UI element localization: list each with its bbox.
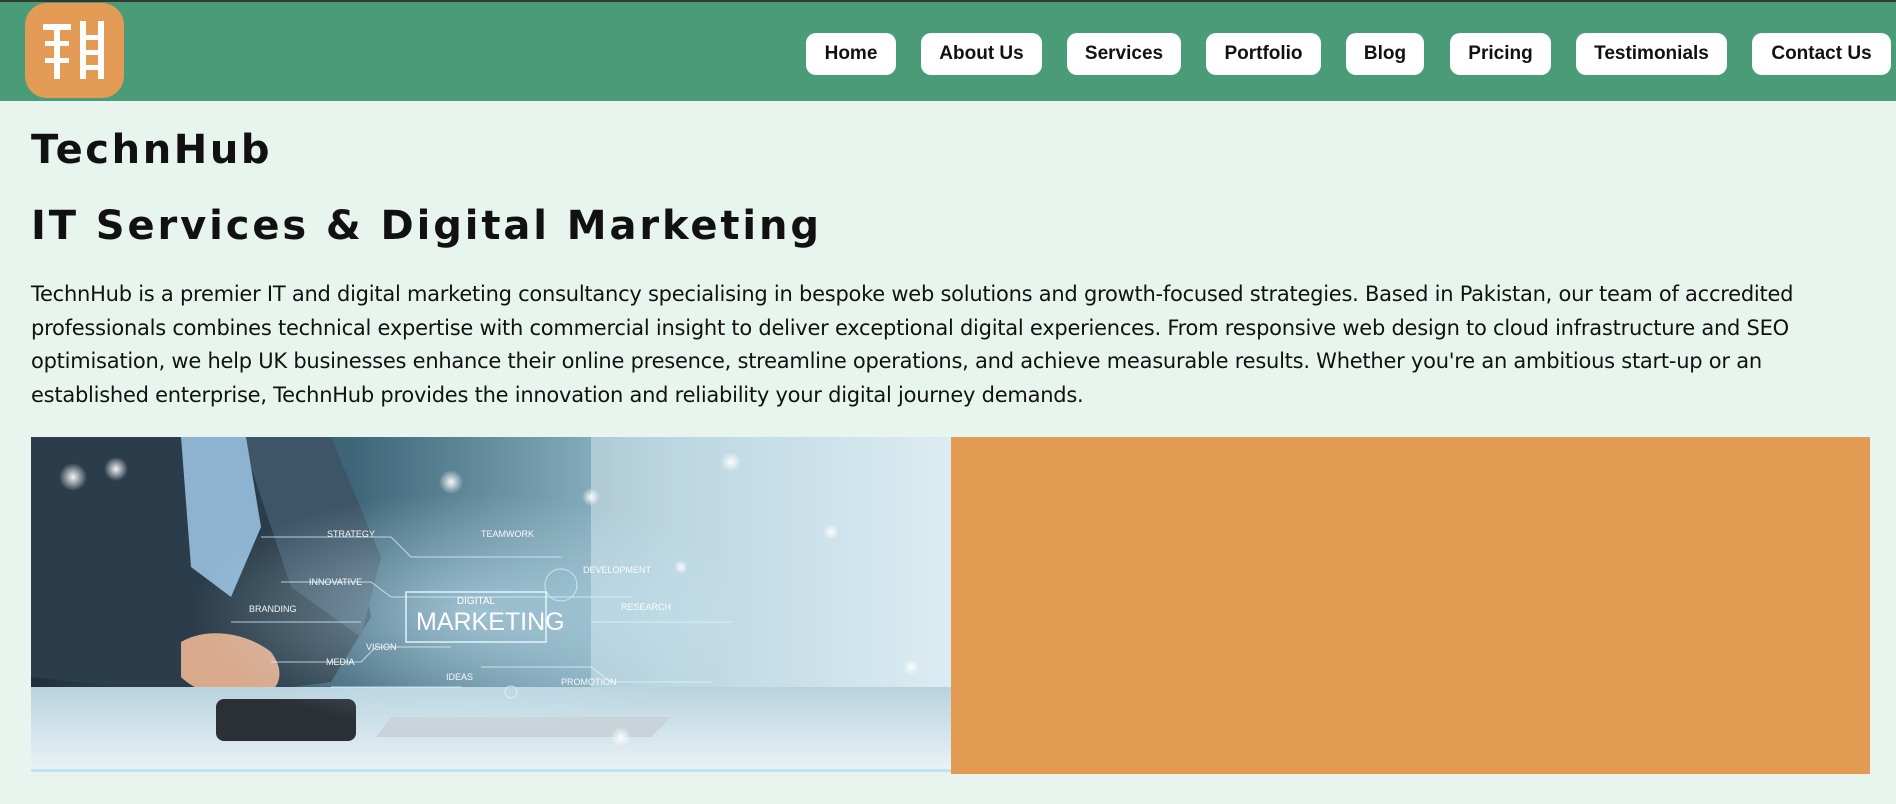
site-title: TechnHub [31, 127, 273, 173]
hero-tag-vision: VISION [366, 642, 397, 652]
intro-paragraph: TechnHub is a premier IT and digital mar… [31, 282, 1794, 408]
logo-glyph-icon [43, 21, 104, 79]
top-nav-bar: Home About Us Services Portfolio Blog Pr… [0, 0, 1896, 101]
hero-tag-research: RESEARCH [621, 602, 671, 612]
hero-tag-innovative: INNOVATIVE [309, 577, 362, 587]
nav-about-us[interactable]: About Us [921, 33, 1042, 75]
hero-tag-promotion: PROMOTION [561, 677, 617, 687]
hero-tag-branding: BRANDING [249, 604, 297, 614]
hero-tag-strategy: STRATEGY [327, 529, 375, 539]
accent-panel [951, 437, 1870, 774]
nav-pricing[interactable]: Pricing [1450, 33, 1551, 75]
page: Home About Us Services Portfolio Blog Pr… [0, 0, 1896, 804]
hero-image: DIGITAL MARKETING STRATEGY TEAMWORK INNO… [31, 437, 951, 772]
nav-blog[interactable]: Blog [1346, 33, 1424, 75]
hero-tag-development: DEVELOPMENT [583, 565, 652, 575]
hero-tag-media: MEDIA [326, 657, 355, 667]
page-headline: IT Services & Digital Marketing [31, 203, 822, 249]
technhub-logo[interactable] [25, 3, 124, 98]
nav-home[interactable]: Home [806, 33, 896, 75]
nav-contact-us[interactable]: Contact Us [1752, 33, 1891, 75]
hero-overlay-title: MARKETING [416, 608, 565, 636]
nav-portfolio[interactable]: Portfolio [1206, 33, 1321, 75]
nav-testimonials[interactable]: Testimonials [1576, 33, 1727, 75]
hero-tag-ideas: IDEAS [446, 672, 473, 682]
hero-tag-teamwork: TEAMWORK [481, 529, 534, 539]
nav-services[interactable]: Services [1067, 33, 1181, 75]
hero-overlay-subtitle: DIGITAL [457, 596, 496, 607]
